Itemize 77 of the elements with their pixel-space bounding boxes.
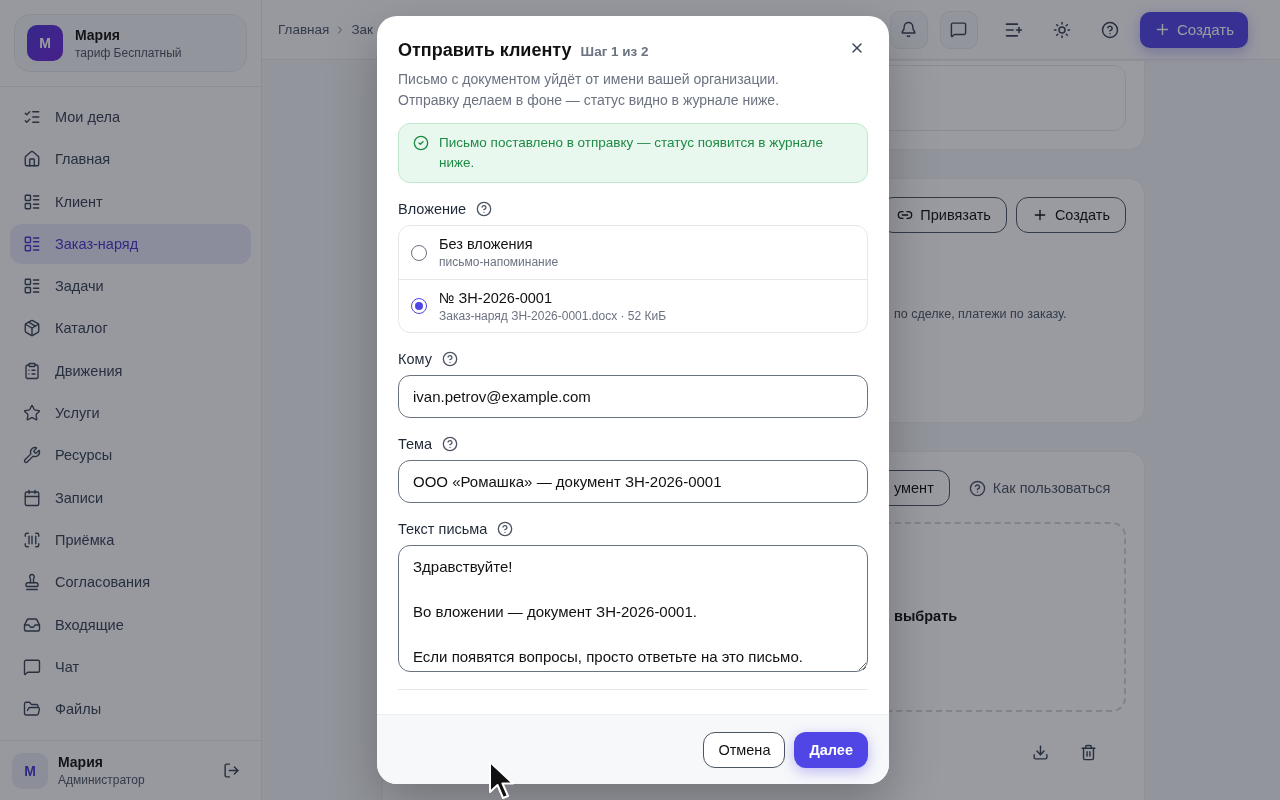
sidebar-item[interactable]: Услуги xyxy=(10,393,251,434)
option-title: № ЗН-2026-0001 xyxy=(439,289,553,306)
help-icon[interactable] xyxy=(497,521,514,537)
field-label: Тема xyxy=(398,436,433,452)
sidebar-item[interactable]: Главная xyxy=(10,139,251,180)
check-circle-icon xyxy=(413,135,429,151)
message-field[interactable]: Здравствуйте! Во вложении — документ ЗН-2026-0001. Если появятся вопросы, просто ответьте на это письмо. xyxy=(398,545,868,672)
field-label: Текст письма xyxy=(398,521,488,537)
list-icon xyxy=(23,192,41,211)
dropzone-title: выбрать xyxy=(894,608,959,624)
box-icon xyxy=(23,319,41,338)
create-button[interactable]: Создать xyxy=(1140,11,1248,48)
option-subtitle: Заказ-наряд ЗН-2026-0001.docx · 52 КиБ xyxy=(439,308,667,323)
chat-bubble-icon xyxy=(23,657,41,676)
account-card[interactable]: М Мария тариф Бесплатный xyxy=(14,14,247,72)
description-text: по сделке, платежи по заказу. xyxy=(894,307,1068,321)
account-name: Мария xyxy=(75,26,121,43)
sidebar-item[interactable]: Мои дела xyxy=(10,97,251,137)
star-icon xyxy=(23,404,41,423)
step-label: Шаг 1 из 2 xyxy=(580,44,649,59)
user-role: Администратор xyxy=(58,773,146,787)
list-icon xyxy=(23,234,41,253)
help-icon[interactable] xyxy=(476,201,493,217)
sidebar-item[interactable]: Приёмка xyxy=(10,519,251,560)
avatar: М xyxy=(12,752,48,789)
checklist-icon xyxy=(23,108,41,126)
cancel-button[interactable]: Отмена xyxy=(703,731,786,768)
scan-icon xyxy=(23,530,41,549)
field-label: Вложение xyxy=(398,201,467,217)
sidebar-item[interactable]: Заказ-наряд xyxy=(10,223,251,264)
stamp-icon xyxy=(23,573,41,592)
email-field[interactable]: ivan.petrov@example.com xyxy=(398,375,868,418)
download-icon xyxy=(1031,743,1049,761)
clipboard-icon xyxy=(23,361,41,380)
subject-field[interactable]: ООО «Ромашка» — документ ЗН-2026-0001 xyxy=(398,460,868,503)
help-icon[interactable] xyxy=(442,436,459,452)
sidebar-item[interactable]: Входящие xyxy=(10,604,251,645)
list-icon xyxy=(23,277,41,296)
breadcrumb-link[interactable]: Зак xyxy=(351,22,373,37)
inbox-icon xyxy=(23,615,41,634)
avatar: М xyxy=(27,25,63,61)
folder-icon xyxy=(23,700,41,719)
chat-bubble-icon xyxy=(950,21,968,38)
trash-icon xyxy=(1079,743,1097,761)
breadcrumb-link[interactable]: Главная xyxy=(278,22,330,37)
sidebar-item[interactable]: Клиент xyxy=(10,181,251,222)
bell-icon xyxy=(900,21,918,38)
sun-icon xyxy=(1053,20,1071,39)
sidebar-item[interactable]: Ресурсы xyxy=(10,435,251,476)
alert-text: Письмо поставлено в отправку — статус появится в журнале ниже. xyxy=(439,134,824,172)
notifications-button[interactable] xyxy=(890,10,928,49)
option-subtitle: письмо-напоминание xyxy=(439,255,559,269)
plus-icon xyxy=(1154,21,1171,38)
next-button[interactable]: Далее xyxy=(794,731,868,768)
sidebar-item[interactable]: Задачи xyxy=(10,266,251,307)
sidebar-item[interactable]: Файлы xyxy=(10,689,251,730)
field-label: Кому xyxy=(398,351,432,367)
help-link[interactable]: Как пользоваться xyxy=(958,479,1125,497)
help-icon xyxy=(968,479,986,497)
house-icon xyxy=(23,150,41,169)
option-title: Без вложения xyxy=(439,236,534,252)
chat-button[interactable] xyxy=(940,10,978,49)
plan-label: тариф Бесплатный xyxy=(75,45,182,60)
sidebar-item[interactable]: Записи xyxy=(10,477,251,518)
logout-icon xyxy=(222,762,240,779)
create-button[interactable]: Создать xyxy=(1015,197,1126,233)
sidebar-item[interactable]: Чат xyxy=(10,646,251,687)
sidebar-item[interactable]: Движения xyxy=(10,350,251,391)
help-icon[interactable] xyxy=(441,351,458,367)
wrench-icon xyxy=(23,446,41,465)
sidebar-item[interactable]: Каталог xyxy=(10,308,251,349)
dialog-title: Отправить клиенту xyxy=(398,40,572,61)
user-name: Мария xyxy=(58,754,104,770)
dialog-description: Письмо с документом уйдёт от имени вашей организации. Отправку делаем в фоне — статус видно в журнале ниже. xyxy=(398,70,781,110)
calendar-icon xyxy=(23,488,41,507)
sidebar-item[interactable]: Согласования xyxy=(10,562,251,603)
help-icon xyxy=(1101,20,1119,39)
